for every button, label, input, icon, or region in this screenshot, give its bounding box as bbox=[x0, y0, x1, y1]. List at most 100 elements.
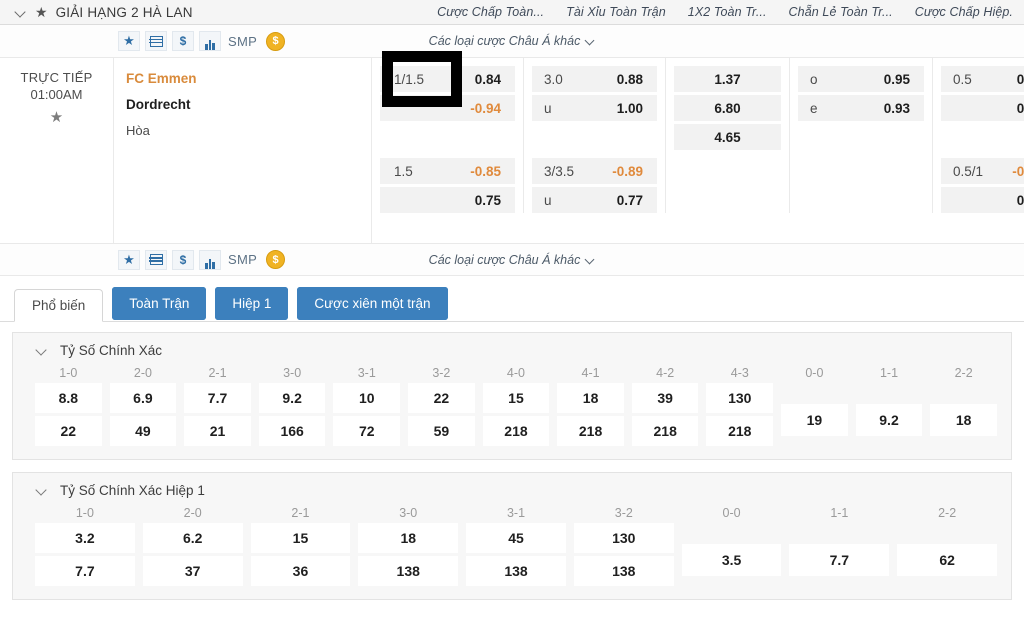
odds-line-odd[interactable]: o 0.95 bbox=[798, 66, 924, 92]
score-odds[interactable]: 22 bbox=[408, 383, 475, 413]
over-odds-alt[interactable]: -0.89 bbox=[584, 158, 657, 184]
score-odds[interactable]: 59 bbox=[408, 416, 475, 446]
score-odds[interactable]: 138 bbox=[466, 556, 566, 586]
under-odds[interactable]: 1.00 bbox=[584, 95, 657, 121]
score-odds[interactable]: 15 bbox=[482, 383, 550, 413]
dollar-icon[interactable]: $ bbox=[172, 31, 194, 51]
score-odds[interactable]: 18 bbox=[358, 523, 459, 553]
odds-line-h1-handicap-away-alt[interactable]: 0.64 bbox=[941, 187, 1024, 213]
score-odds[interactable]: 8.8 bbox=[35, 383, 102, 413]
market-correct-score-header[interactable]: Tỷ Số Chính Xác bbox=[23, 343, 1001, 358]
score-odds[interactable]: 7.7 bbox=[184, 383, 251, 413]
score-odds[interactable]: 19 bbox=[781, 404, 848, 436]
tab-popular[interactable]: Phổ biến bbox=[14, 289, 104, 322]
odds-line-handicap-away-alt[interactable]: 0.75 bbox=[380, 187, 515, 213]
score-odds[interactable]: 22 bbox=[35, 416, 102, 446]
smp-label[interactable]: SMP bbox=[228, 34, 257, 49]
home-team-name[interactable]: FC Emmen bbox=[126, 71, 371, 86]
card-icon[interactable] bbox=[145, 31, 167, 51]
handicap-away-odds-alt[interactable]: 0.75 bbox=[446, 187, 515, 213]
score-odds[interactable]: 3.5 bbox=[681, 544, 782, 576]
overunder-line-value[interactable]: 3.0 bbox=[532, 66, 584, 92]
chevron-down-icon[interactable] bbox=[37, 345, 48, 356]
score-odds[interactable]: 218 bbox=[631, 416, 699, 446]
odds-line-1x2-home[interactable]: 1.37 bbox=[674, 66, 781, 92]
chevron-down-icon[interactable] bbox=[586, 37, 595, 46]
tab-single-parlay[interactable]: Cược xiên một trận bbox=[297, 287, 448, 320]
score-odds[interactable]: 18 bbox=[930, 404, 997, 436]
odds-line-over-alt[interactable]: 3/3.5 -0.89 bbox=[532, 158, 657, 184]
score-odds[interactable]: 130 bbox=[706, 383, 774, 413]
dollar-icon[interactable]: $ bbox=[172, 249, 194, 270]
1x2-draw-odds[interactable]: 4.65 bbox=[674, 124, 781, 150]
odds-line-1x2-away[interactable]: 6.80 bbox=[674, 95, 781, 121]
league-tab-overunder-ft[interactable]: Tài Xỉu Toàn Trận bbox=[555, 5, 677, 19]
score-odds[interactable]: 72 bbox=[333, 416, 401, 446]
league-favorite-star-icon[interactable]: ★ bbox=[35, 5, 48, 19]
star-icon[interactable]: ★ bbox=[118, 31, 140, 51]
match-favorite-star-icon[interactable]: ★ bbox=[0, 108, 113, 126]
other-asian-bets-label[interactable]: Các loại cược Châu Á khác bbox=[429, 34, 581, 48]
tab-full-match[interactable]: Toàn Trận bbox=[112, 287, 207, 320]
score-odds[interactable]: 21 bbox=[184, 416, 251, 446]
score-odds[interactable]: 7.7 bbox=[789, 544, 890, 576]
score-odds[interactable]: 130 bbox=[573, 523, 674, 553]
score-odds[interactable]: 218 bbox=[706, 416, 774, 446]
1x2-home-odds[interactable]: 1.37 bbox=[674, 66, 781, 92]
score-odds[interactable]: 138 bbox=[573, 556, 674, 586]
odds-line-handicap-home-alt[interactable]: 1.5 -0.85 bbox=[380, 158, 515, 184]
score-odds[interactable]: 45 bbox=[466, 523, 566, 553]
smp-label[interactable]: SMP bbox=[228, 252, 257, 267]
score-odds[interactable]: 9.2 bbox=[855, 404, 923, 436]
score-odds[interactable]: 10 bbox=[333, 383, 401, 413]
league-tab-handicap-h1[interactable]: Cược Chấp Hiệp. bbox=[904, 5, 1024, 19]
score-odds[interactable]: 36 bbox=[250, 556, 351, 586]
card-icon[interactable] bbox=[145, 249, 167, 270]
other-asian-bets-label[interactable]: Các loại cược Châu Á khác bbox=[429, 253, 581, 267]
league-tab-handicap-ft[interactable]: Cược Chấp Toàn... bbox=[426, 5, 555, 19]
star-icon[interactable]: ★ bbox=[118, 249, 140, 270]
h1-handicap-away-odds-alt[interactable]: 0.64 bbox=[993, 187, 1024, 213]
h1-handicap-home-odds-alt[interactable]: -0.76 bbox=[993, 158, 1024, 184]
chevron-down-icon[interactable] bbox=[586, 256, 595, 265]
chevron-down-icon[interactable] bbox=[16, 7, 27, 18]
even-odds[interactable]: 0.93 bbox=[850, 95, 924, 121]
chevron-down-icon[interactable] bbox=[37, 485, 48, 496]
handicap-home-odds-alt[interactable]: -0.85 bbox=[446, 158, 515, 184]
odds-line-h1-handicap-home-alt[interactable]: 0.5/1 -0.76 bbox=[941, 158, 1024, 184]
h1-handicap-home-odds[interactable]: 0.95 bbox=[993, 66, 1024, 92]
market-correct-score-h1-header[interactable]: Tỷ Số Chính Xác Hiệp 1 bbox=[23, 483, 1001, 498]
coin-icon[interactable]: $ bbox=[266, 250, 286, 269]
score-odds[interactable]: 37 bbox=[142, 556, 243, 586]
odds-line-1x2-draw[interactable]: 4.65 bbox=[674, 124, 781, 150]
handicap-line-value-alt[interactable]: 1.5 bbox=[380, 158, 446, 184]
bar-chart-icon[interactable] bbox=[199, 249, 221, 270]
score-odds[interactable]: 15 bbox=[250, 523, 351, 553]
coin-icon[interactable]: $ bbox=[266, 31, 286, 51]
score-odds[interactable]: 62 bbox=[897, 544, 998, 576]
tab-first-half[interactable]: Hiệp 1 bbox=[215, 287, 289, 320]
score-odds[interactable]: 138 bbox=[358, 556, 459, 586]
score-odds[interactable]: 6.9 bbox=[109, 383, 177, 413]
score-odds[interactable]: 166 bbox=[258, 416, 326, 446]
h1-handicap-line-value[interactable]: 0.5 bbox=[941, 66, 993, 92]
bar-chart-icon[interactable] bbox=[199, 31, 221, 51]
score-odds[interactable]: 6.2 bbox=[142, 523, 243, 553]
score-odds[interactable]: 49 bbox=[109, 416, 177, 446]
score-odds[interactable]: 218 bbox=[482, 416, 550, 446]
h1-handicap-away-odds[interactable]: 0.93 bbox=[993, 95, 1024, 121]
overunder-line-value-alt[interactable]: 3/3.5 bbox=[532, 158, 584, 184]
1x2-away-odds[interactable]: 6.80 bbox=[674, 95, 781, 121]
h1-handicap-line-value-alt[interactable]: 0.5/1 bbox=[941, 158, 993, 184]
odds-line-h1-handicap-away[interactable]: 0.93 bbox=[941, 95, 1024, 121]
league-tab-1x2-ft[interactable]: 1X2 Toàn Tr... bbox=[677, 5, 778, 19]
score-odds[interactable]: 18 bbox=[557, 383, 624, 413]
odds-line-h1-handicap-home[interactable]: 0.5 0.95 bbox=[941, 66, 1024, 92]
score-odds[interactable]: 9.2 bbox=[258, 383, 326, 413]
away-team-name[interactable]: Dordrecht bbox=[126, 97, 371, 112]
score-odds[interactable]: 3.2 bbox=[35, 523, 135, 553]
league-tab-oddeven-ft[interactable]: Chẵn Lẻ Toàn Tr... bbox=[778, 5, 904, 19]
odd-odds[interactable]: 0.95 bbox=[850, 66, 924, 92]
score-odds[interactable]: 218 bbox=[557, 416, 624, 446]
odds-line-over[interactable]: 3.0 0.88 bbox=[532, 66, 657, 92]
